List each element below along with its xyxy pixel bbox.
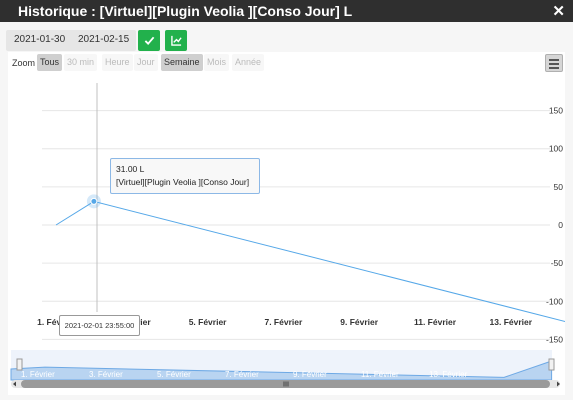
- x-tick-label: 11. Février: [414, 317, 457, 327]
- data-tooltip: 31.00 L [Virtuel][Plugin Veolia ][Conso …: [110, 158, 260, 194]
- y-tick-label: 100: [549, 144, 563, 154]
- y-tick-label: -50: [551, 258, 564, 268]
- date-range: 2021-01-30 2021-02-15: [6, 30, 136, 51]
- window-title: Historique : [Virtuel][Plugin Veolia ][C…: [18, 3, 353, 19]
- series-line: [55, 200, 565, 322]
- tooltip-series: [Virtuel][Plugin Veolia ][Conso Jour]: [116, 177, 250, 187]
- line-chart: 150 100 50 0 -50 -100 -150 1. Février 3. Févrie…: [10, 83, 565, 388]
- x-tick-label: 9. Février: [340, 317, 378, 327]
- close-icon[interactable]: ✕: [552, 2, 565, 20]
- crosshair-date-label: 2021-02-01 23:55:00: [59, 315, 140, 336]
- navigator-tick-label: 5. Février: [157, 370, 191, 379]
- chart-panel: Zoom Tous 30 min Heure Jour Semaine Mois…: [8, 52, 565, 395]
- hover-point: [90, 197, 98, 205]
- navigator-scrollbar-thumb[interactable]: [21, 380, 550, 388]
- navigator-tick-label: 3. Février: [89, 370, 123, 379]
- navigator-handle-right[interactable]: [548, 358, 555, 371]
- tooltip-value: 31.00 L: [116, 164, 145, 174]
- y-tick-label: 150: [549, 106, 563, 116]
- x-tick-label: 13. Février: [490, 317, 533, 327]
- check-icon: [144, 36, 154, 46]
- navigator-handle-left[interactable]: [16, 358, 23, 371]
- navigator-tick-label: 13. Février: [429, 370, 468, 379]
- y-tick-label: 50: [554, 182, 564, 192]
- history-dialog: 2021-01-30 2021-02-15 Zoom Tous 30 min H…: [0, 22, 573, 400]
- y-tick-label: -150: [546, 334, 563, 344]
- y-tick-label: -100: [546, 296, 563, 306]
- y-tick-label: 0: [558, 220, 563, 230]
- start-date-input[interactable]: 2021-01-30: [14, 34, 65, 45]
- apply-button[interactable]: [138, 30, 160, 51]
- x-tick-label: 5. Février: [189, 317, 227, 327]
- navigator-tick-label: 9. Février: [293, 370, 327, 379]
- navigator-tick-label: 1. Février: [21, 370, 55, 379]
- window-titlebar: Historique : [Virtuel][Plugin Veolia ][C…: [0, 0, 573, 22]
- navigator-tick-label: 11. Février: [361, 370, 399, 379]
- compare-button[interactable]: [165, 30, 187, 51]
- navigator-tick-label: 7. Février: [225, 370, 259, 379]
- chart-icon: [170, 35, 182, 46]
- end-date-input[interactable]: 2021-02-15: [78, 34, 129, 45]
- x-tick-label: 7. Février: [264, 317, 302, 327]
